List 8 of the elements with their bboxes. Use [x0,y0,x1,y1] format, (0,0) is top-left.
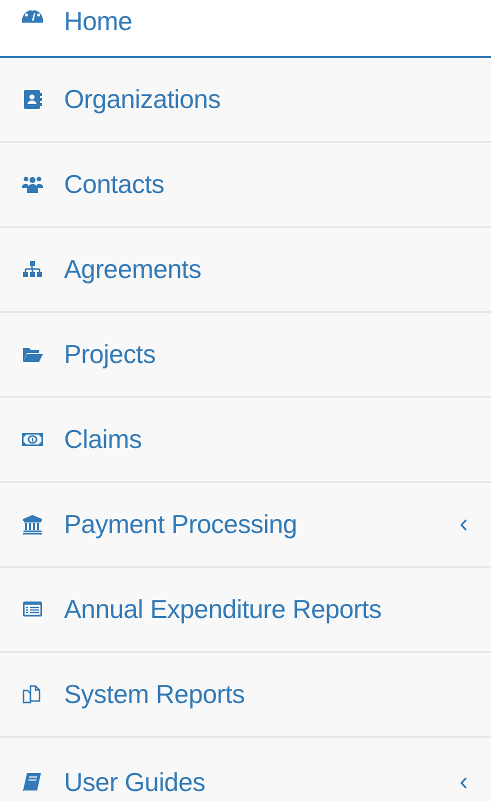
bank-icon [22,514,43,535]
dashboard-icon [22,10,43,23]
copy-icon [22,684,43,705]
users-icon [22,174,43,195]
sidebar-item[interactable]: Home [0,0,491,58]
sitemap-icon [22,259,43,280]
book-icon [22,772,43,793]
address-book-icon [22,89,43,110]
